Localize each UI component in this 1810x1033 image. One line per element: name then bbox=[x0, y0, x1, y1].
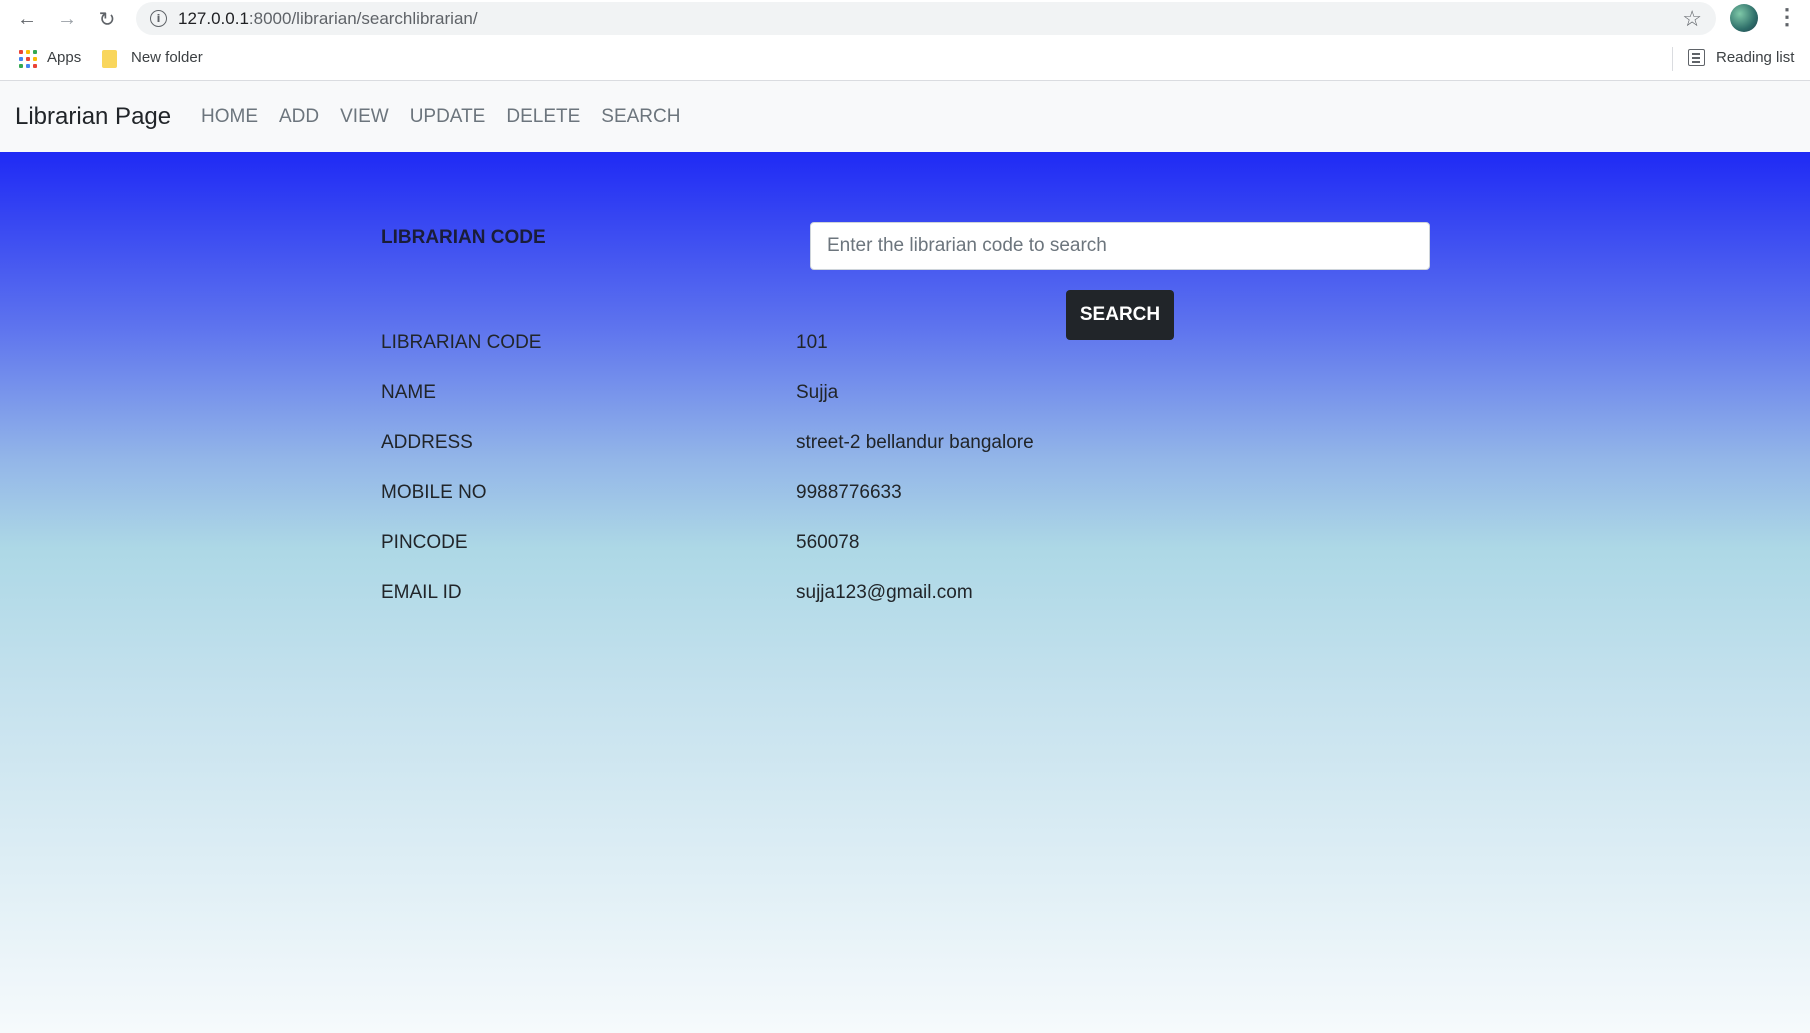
result-row: MOBILE NO 9988776633 bbox=[381, 482, 1381, 512]
search-field-label: LIBRARIAN CODE bbox=[381, 227, 546, 248]
librarian-code-search-input[interactable] bbox=[810, 222, 1430, 270]
bookmarks-bar: Apps New folder Reading list bbox=[0, 37, 1810, 81]
result-value: sujja123@gmail.com bbox=[796, 582, 973, 603]
bookmarks-divider bbox=[1672, 47, 1673, 71]
reading-list-button[interactable]: Reading list bbox=[1716, 49, 1794, 66]
result-row: EMAIL ID sujja123@gmail.com bbox=[381, 582, 1381, 612]
navbar-brand[interactable]: Librarian Page bbox=[15, 103, 171, 131]
site-info-icon[interactable]: i bbox=[150, 10, 167, 27]
nav-link-search[interactable]: SEARCH bbox=[601, 106, 680, 128]
result-label: LIBRARIAN CODE bbox=[381, 332, 542, 353]
result-label: NAME bbox=[381, 382, 436, 403]
bookmark-apps[interactable]: Apps bbox=[47, 49, 81, 66]
folder-icon bbox=[102, 50, 117, 68]
result-row: NAME Sujja bbox=[381, 382, 1381, 412]
forward-arrow-icon[interactable]: → bbox=[54, 6, 80, 32]
bookmark-new-folder[interactable]: New folder bbox=[131, 49, 203, 66]
reading-list-icon[interactable] bbox=[1688, 49, 1705, 66]
result-value: street-2 bellandur bangalore bbox=[796, 432, 1034, 453]
result-row: ADDRESS street-2 bellandur bangalore bbox=[381, 432, 1381, 462]
nav-link-update[interactable]: UPDATE bbox=[410, 106, 486, 128]
result-value: 101 bbox=[796, 332, 828, 353]
more-menu-icon[interactable]: ⋮ bbox=[1776, 4, 1798, 30]
result-label: PINCODE bbox=[381, 532, 468, 553]
apps-grid-icon[interactable] bbox=[19, 50, 37, 68]
result-row: PINCODE 560078 bbox=[381, 532, 1381, 562]
profile-avatar-icon[interactable] bbox=[1730, 4, 1758, 32]
nav-link-view[interactable]: VIEW bbox=[340, 106, 389, 128]
nav-link-add[interactable]: ADD bbox=[279, 106, 319, 128]
result-value: 560078 bbox=[796, 532, 860, 553]
result-label: MOBILE NO bbox=[381, 482, 487, 503]
result-value: Sujja bbox=[796, 382, 839, 403]
result-label: EMAIL ID bbox=[381, 582, 462, 603]
url-text[interactable]: 127.0.0.1:8000/librarian/searchlibrarian… bbox=[178, 9, 478, 29]
nav-link-home[interactable]: HOME bbox=[201, 106, 258, 128]
address-bar[interactable]: i 127.0.0.1:8000/librarian/searchlibrari… bbox=[136, 2, 1716, 35]
browser-toolbar: ← → ↻ i 127.0.0.1:8000/librarian/searchl… bbox=[0, 0, 1810, 37]
nav-link-delete[interactable]: DELETE bbox=[506, 106, 580, 128]
reload-icon[interactable]: ↻ bbox=[94, 6, 120, 32]
site-navbar: Librarian Page HOME ADD VIEW UPDATE DELE… bbox=[0, 81, 1810, 152]
result-row: LIBRARIAN CODE 101 bbox=[381, 332, 1381, 362]
result-label: ADDRESS bbox=[381, 432, 473, 453]
main-content: LIBRARIAN CODE SEARCH LIBRARIAN CODE 101… bbox=[0, 152, 1810, 1033]
result-value: 9988776633 bbox=[796, 482, 902, 503]
nav-links: HOME ADD VIEW UPDATE DELETE SEARCH bbox=[201, 106, 680, 128]
back-arrow-icon[interactable]: ← bbox=[14, 6, 40, 32]
bookmark-star-icon[interactable]: ☆ bbox=[1682, 6, 1702, 32]
